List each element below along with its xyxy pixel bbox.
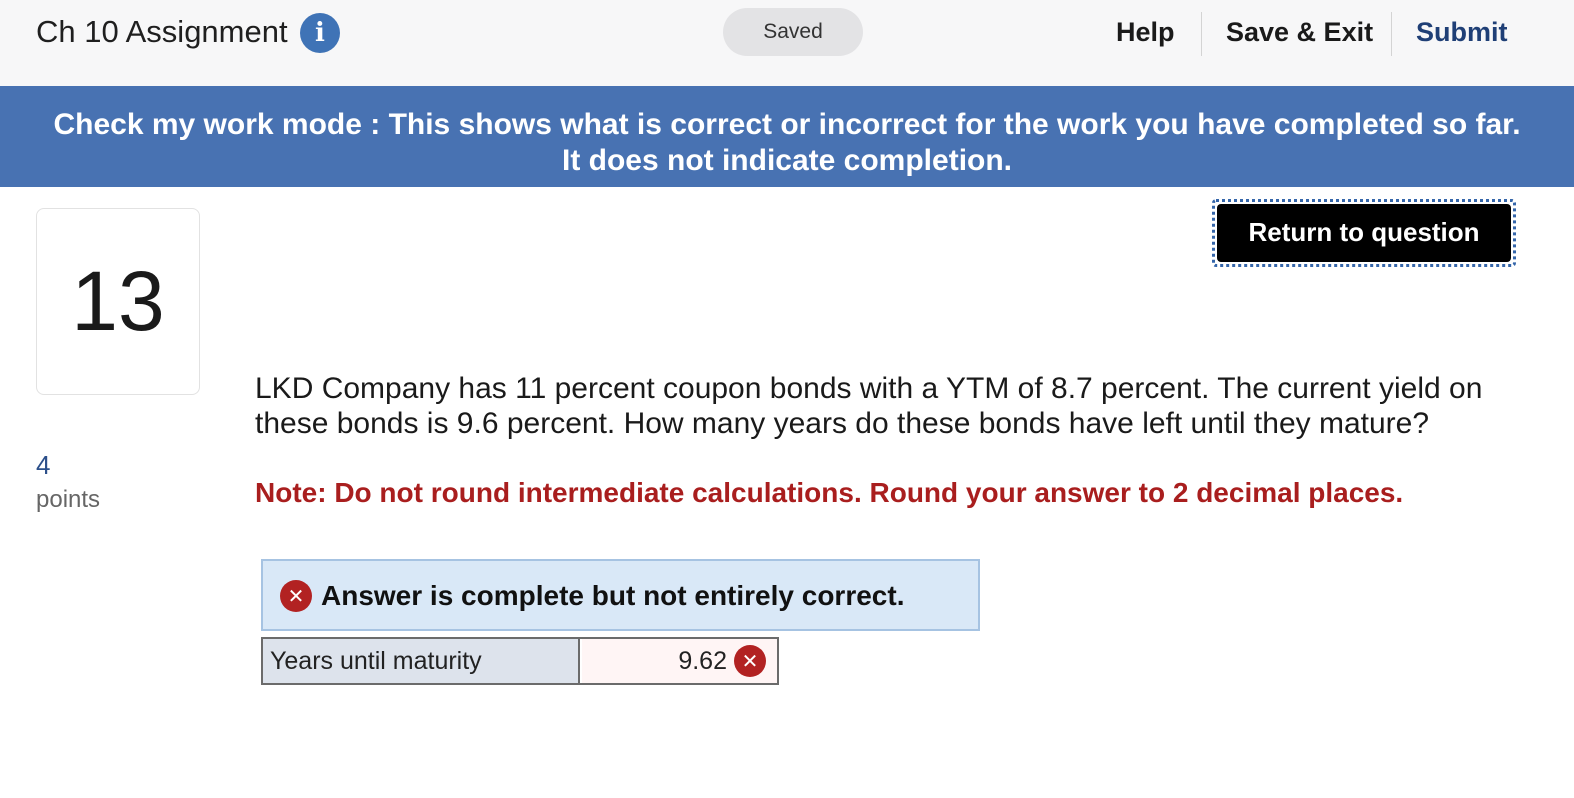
question-note: Note: Do not round intermediate calculat…	[255, 477, 1404, 508]
saved-status-badge: Saved	[723, 8, 863, 56]
banner-line-2: It does not indicate completion.	[561, 144, 1013, 177]
save-exit-link[interactable]: Save & Exit	[1226, 14, 1373, 54]
answer-value: 9.62	[678, 647, 727, 675]
answer-table: Years until maturity 9.62 ✕	[261, 637, 779, 685]
feedback-message: Answer is complete but not entirely corr…	[321, 580, 905, 611]
help-link[interactable]: Help	[1116, 14, 1175, 54]
answer-value-cell[interactable]: 9.62 ✕	[582, 639, 777, 683]
top-bar: Ch 10 Assignment i Saved Help Save & Exi…	[0, 0, 1574, 86]
return-to-question-button[interactable]: Return to question	[1217, 204, 1511, 262]
nav-divider	[1201, 12, 1202, 56]
answer-row-label: Years until maturity	[263, 639, 580, 683]
check-work-banner: Check my work mode : This shows what is …	[0, 86, 1574, 187]
points-value: 4	[36, 450, 51, 480]
incorrect-x-icon: ✕	[734, 645, 766, 677]
nav-divider	[1391, 12, 1392, 56]
submit-link[interactable]: Submit	[1416, 14, 1508, 54]
info-icon[interactable]: i	[300, 13, 340, 53]
question-number-box: 13	[36, 208, 200, 395]
error-x-icon: ✕	[280, 580, 312, 612]
points-label: points	[36, 486, 101, 513]
question-number: 13	[71, 254, 165, 348]
banner-line-1: Check my work mode : This shows what is …	[53, 108, 1521, 141]
answer-feedback-box: ✕ Answer is complete but not entirely co…	[261, 559, 980, 631]
question-text: LKD Company has 11 percent coupon bonds …	[255, 372, 1483, 440]
assignment-title: Ch 10 Assignment	[36, 14, 288, 49]
